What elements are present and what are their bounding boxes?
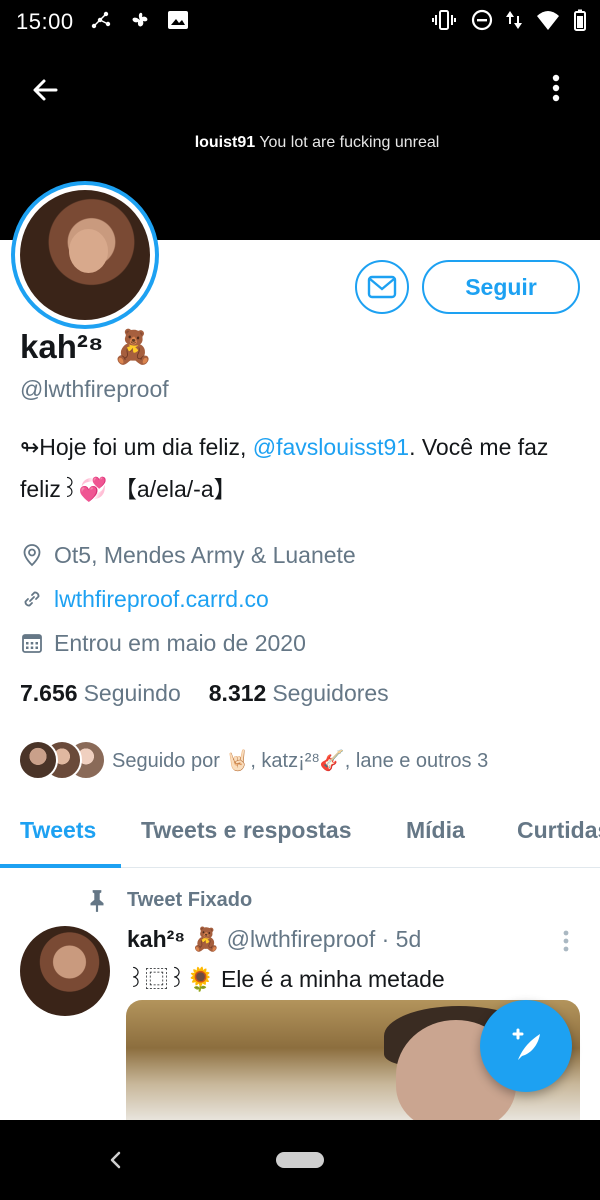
fan-icon xyxy=(132,12,148,27)
tweet-author-avatar[interactable] xyxy=(20,926,110,1016)
followed-by[interactable]: Seguido por 🤘🏻, katz¡²⁸🎸, lane e outros … xyxy=(18,738,488,782)
nav-home-pill[interactable] xyxy=(276,1152,324,1168)
followers-stat[interactable]: 8.312 Seguidores xyxy=(209,680,389,707)
profile-bio: ↬Hoje foi um dia feliz, @favslouisst91. … xyxy=(20,426,580,510)
pin-icon xyxy=(90,890,104,912)
tweet-author-handle: @lwthfireproof xyxy=(226,926,376,952)
do-not-disturb-icon xyxy=(471,9,493,31)
tab-tweets-and-replies[interactable]: Tweets e respostas xyxy=(141,800,352,866)
follow-button[interactable]: Seguir xyxy=(422,260,580,314)
tweet-timestamp: · 5d xyxy=(381,926,422,952)
message-button[interactable] xyxy=(355,260,409,314)
follower-avatar xyxy=(18,740,58,780)
tweet-header: kah²⁸ 🧸 @lwthfireproof · 5d xyxy=(127,926,421,953)
avatar-photo xyxy=(20,190,150,320)
bio-mention-link[interactable]: @favslouisst91 xyxy=(253,434,409,460)
tab-media[interactable]: Mídia xyxy=(406,800,465,866)
back-arrow-icon[interactable] xyxy=(26,70,66,110)
data-arrows-icon xyxy=(506,11,522,29)
banner-caption-user: louist91 xyxy=(194,134,256,151)
location-text: Ot5, Mendes Army & Luanete xyxy=(54,541,356,568)
tweet-more-icon[interactable] xyxy=(556,928,576,954)
following-count: 7.656 xyxy=(20,680,78,706)
link-icon xyxy=(24,591,40,607)
network-activity-icon xyxy=(91,11,111,29)
following-stat[interactable]: 7.656 Seguindo xyxy=(20,680,181,707)
tab-likes[interactable]: Curtidas xyxy=(517,800,600,866)
vibrate-icon xyxy=(432,10,456,30)
pinned-tweet-label: Tweet Fixado xyxy=(127,889,253,911)
status-time: 15:00 xyxy=(16,9,74,34)
profile-tabs: Tweets Tweets e respostas Mídia Curtidas xyxy=(0,800,600,868)
following-label: Seguindo xyxy=(83,680,181,706)
wifi-icon xyxy=(537,11,559,30)
compose-tweet-button[interactable] xyxy=(480,1000,572,1092)
tweet-text: ꒱⿴꒱🌻 Ele é a minha metade xyxy=(127,966,445,992)
active-tab-indicator xyxy=(0,864,121,868)
battery-icon xyxy=(574,9,586,31)
profile-handle: @lwthfireproof xyxy=(20,376,169,402)
profile-location: Ot5, Mendes Army & Luanete xyxy=(20,540,356,570)
mail-icon xyxy=(367,275,397,299)
avatar-border xyxy=(15,185,155,325)
website-link[interactable]: lwthfireproof.carrd.co xyxy=(54,586,269,613)
nav-back-icon[interactable] xyxy=(104,1148,128,1172)
bio-text-start: ↬Hoje foi um dia feliz, xyxy=(20,434,253,460)
location-pin-icon xyxy=(23,544,41,567)
joined-text: Entrou em maio de 2020 xyxy=(54,629,306,656)
followed-by-text: Seguido por 🤘🏻, katz¡²⁸🎸, lane e outros … xyxy=(112,749,489,772)
image-icon xyxy=(168,11,188,29)
tab-tweets[interactable]: Tweets xyxy=(20,800,96,866)
system-navigation-bar xyxy=(0,1120,600,1200)
more-options-icon[interactable] xyxy=(542,70,570,110)
follow-stats: 7.656 Seguindo 8.312 Seguidores xyxy=(20,680,389,707)
compose-feather-icon xyxy=(512,1028,540,1060)
display-name: kah²⁸ 🧸 xyxy=(20,328,154,365)
profile-avatar[interactable] xyxy=(11,181,159,329)
calendar-icon xyxy=(22,634,42,653)
status-bar: 15:00 xyxy=(0,0,600,42)
followed-by-avatars xyxy=(18,738,108,782)
banner-caption-text: You lot are fucking unreal xyxy=(259,134,440,151)
followers-count: 8.312 xyxy=(208,680,267,706)
tweet-author-name[interactable]: kah²⁸ 🧸 xyxy=(127,926,220,952)
profile-joined: Entrou em maio de 2020 xyxy=(20,628,306,658)
banner-caption: louist91 You lot are fucking unreal xyxy=(0,134,600,152)
profile-website[interactable]: lwthfireproof.carrd.co xyxy=(20,584,269,614)
followers-label: Seguidores xyxy=(272,680,389,706)
